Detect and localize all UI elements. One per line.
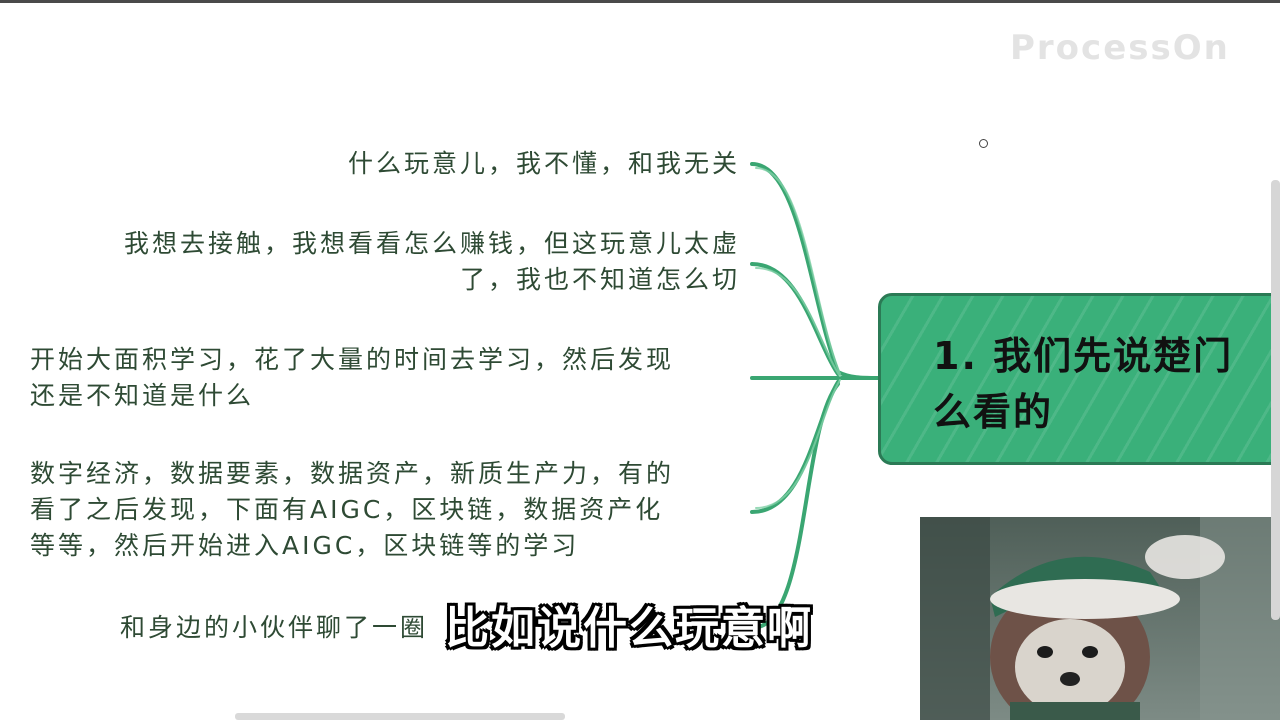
video-subtitle: 比如说什么玩意啊: [445, 603, 813, 654]
connector-branch-2: [750, 262, 840, 376]
branch-text-3: 开始大面积学习，花了大量的时间去学习，然后发现 还是不知道是什么: [30, 345, 675, 410]
main-node-title: 1. 我们先说楚门 么看的: [933, 334, 1234, 434]
video-thumbnail: [920, 517, 1280, 720]
branch-text-4: 数字经济，数据要素，数据资产，新质生产力，有的 看了之后发现，下面有AIGC，区…: [30, 459, 675, 560]
red-panda-image: [920, 517, 1280, 720]
connector-branch-4: [750, 380, 840, 514]
branch-text-2: 我想去接触，我想看看怎么赚钱，但这玩意儿太虚 了，我也不知道怎么切: [123, 229, 740, 294]
mindmap-main-node[interactable]: 1. 我们先说楚门 么看的: [878, 293, 1280, 465]
horizontal-scrollbar[interactable]: [235, 713, 565, 720]
vertical-scrollbar[interactable]: [1271, 180, 1280, 620]
branch-text-1: 什么玩意儿，我不懂，和我无关: [347, 149, 740, 178]
